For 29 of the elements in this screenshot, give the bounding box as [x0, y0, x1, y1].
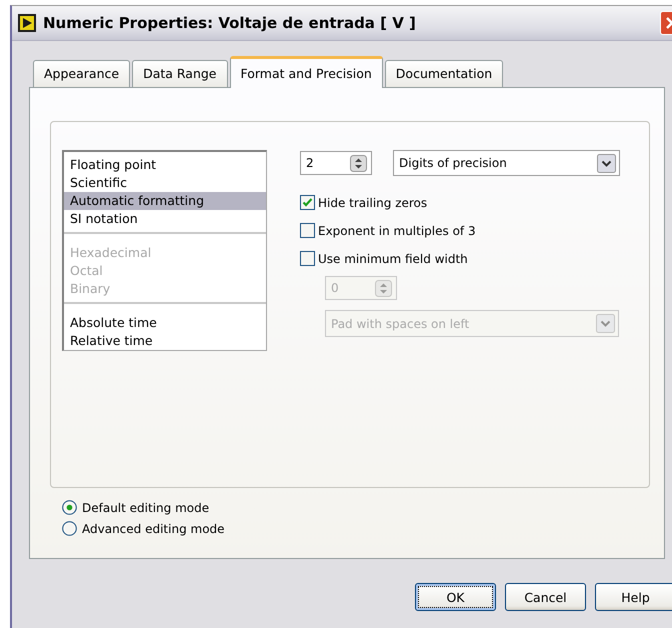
tab[interactable]: Documentation — [384, 60, 504, 87]
checkbox-label: Use minimum field width — [318, 252, 468, 266]
radio-label: Advanced editing mode — [82, 522, 225, 536]
checkbox[interactable] — [300, 251, 315, 266]
checkbox-label: Exponent in multiples of 3 — [318, 224, 476, 238]
list-item[interactable]: Scientific — [64, 174, 266, 192]
tab[interactable]: Format and Precision — [230, 56, 383, 88]
checkbox[interactable] — [300, 223, 315, 238]
precision-dropdown[interactable]: Digits of precision — [393, 150, 620, 176]
tab[interactable]: Data Range — [132, 60, 228, 87]
window-title: Numeric Properties: Voltaje de entrada [ V ] — [43, 14, 417, 32]
list-item[interactable]: Automatic formatting — [64, 192, 266, 210]
radio-button[interactable] — [62, 500, 77, 515]
tab[interactable]: Appearance — [33, 60, 130, 87]
caret-icon — [596, 314, 615, 333]
spinner-icon[interactable] — [350, 154, 367, 172]
dialog-button[interactable]: Cancel — [505, 583, 586, 611]
checkbox[interactable] — [300, 195, 315, 210]
list-item[interactable]: Absolute time — [64, 314, 266, 332]
play-icon — [17, 13, 37, 33]
checkbox-label: Hide trailing zeros — [318, 196, 428, 210]
list-item[interactable]: Relative time — [64, 332, 266, 350]
radio-button[interactable] — [62, 521, 77, 536]
ok-button[interactable]: OK — [415, 583, 496, 611]
dialog-button[interactable]: Help — [595, 583, 672, 611]
list-item[interactable]: Floating point — [64, 156, 266, 174]
radio-label: Default editing mode — [82, 500, 210, 514]
list-item[interactable]: SI notation — [64, 210, 266, 228]
caret-icon — [597, 154, 616, 172]
